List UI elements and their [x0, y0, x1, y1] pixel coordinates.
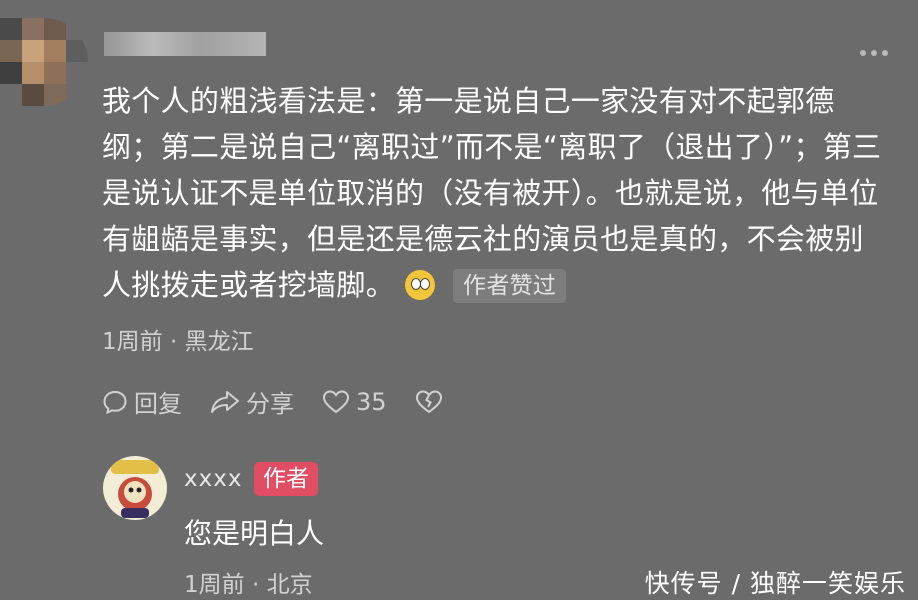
eye-roll-emoji-icon: [405, 270, 436, 300]
reply-text: 您是明白人: [184, 517, 325, 550]
author-badge: 作者: [254, 462, 318, 496]
reply-avatar[interactable]: [103, 456, 167, 520]
more-options-icon[interactable]: [860, 50, 888, 56]
share-arrow-icon: [211, 390, 239, 413]
comment-meta: 1周前 · 黑龙江: [102, 329, 254, 355]
reply-bubble-icon: [103, 390, 127, 414]
like-button[interactable]: 35: [322, 388, 387, 416]
comment-body: 我个人的粗浅看法是：第一是说自己一家没有对不起郭德纲；第二是说自己“离职过”而不…: [102, 78, 892, 308]
cartoon-avatar-icon: [111, 460, 159, 518]
like-count: 35: [356, 387, 387, 416]
comment-actions: 回复 分享 35: [102, 384, 471, 419]
reply-meta: 1周前 · 北京: [184, 572, 313, 598]
author-liked-badge: 作者赞过: [453, 269, 567, 303]
reply-button[interactable]: 回复: [102, 384, 182, 419]
broken-heart-icon: [415, 389, 442, 413]
watermark: 快传号 / 独醉一笑娱乐: [644, 569, 906, 598]
share-label: 分享: [246, 390, 294, 418]
reply-username[interactable]: xxxx: [184, 466, 242, 492]
share-button[interactable]: 分享: [210, 384, 294, 419]
reply-label: 回复: [134, 390, 182, 418]
dislike-button[interactable]: [415, 389, 443, 415]
heart-icon: [322, 389, 350, 413]
commenter-name-blurred[interactable]: [104, 32, 266, 56]
commenter-avatar[interactable]: [0, 18, 88, 106]
